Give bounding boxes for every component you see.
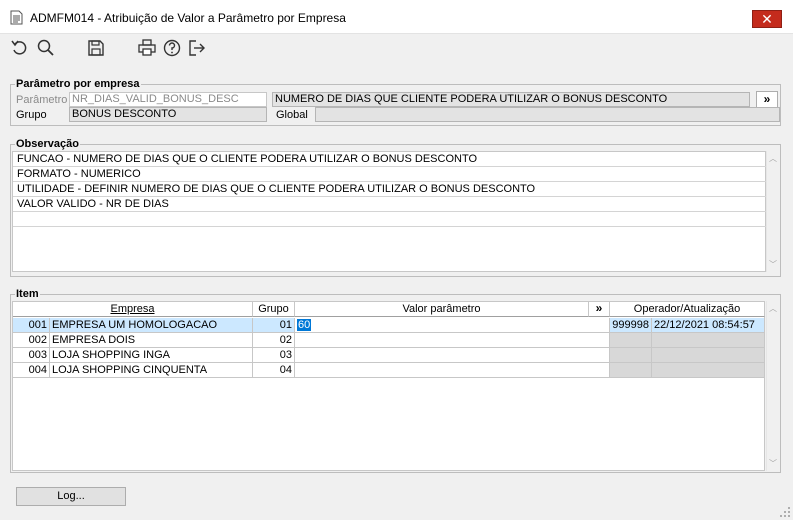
parametro-expand-button[interactable]: » [756,91,778,108]
parametro-field[interactable]: NR_DIAS_VALID_BONUS_DESC [69,92,267,107]
cell-operador [610,333,652,348]
column-header-grupo[interactable]: Grupo [253,302,295,317]
title-bar: ADMFM014 - Atribuição de Valor a Parâmet… [0,0,793,34]
cell-empresa: LOJA SHOPPING CINQUENTA [50,363,253,378]
undo-icon[interactable] [10,38,30,58]
scroll-down-icon[interactable]: ﹀ [767,259,779,270]
parametro-description-field: NUMERO DE DIAS QUE CLIENTE PODERA UTILIZ… [272,92,750,107]
grupo-label: Grupo [16,109,47,121]
scroll-down-icon[interactable]: ﹀ [767,458,779,469]
cell-atualizacao: 22/12/2021 08:54:57 [652,318,765,333]
parametro-label: Parâmetro [16,94,68,106]
scroll-up-icon[interactable]: ︿ [767,303,779,314]
column-header-empresa[interactable]: Empresa [13,302,253,317]
cell-atualizacao [652,363,765,378]
cell-operador [610,348,652,363]
search-icon[interactable] [36,38,56,58]
observacao-line: FORMATO - NUMERICO [13,167,766,182]
cell-atualizacao [652,348,765,363]
cell-empresa: EMPRESA UM HOMOLOGACAO [50,318,253,333]
cell-empresa: EMPRESA DOIS [50,333,253,348]
cell-valor[interactable] [295,363,610,378]
item-group-title: Item [15,288,40,300]
cell-grupo: 01 [253,318,295,333]
close-button[interactable]: ✕ [752,10,782,28]
observacao-line: VALOR VALIDO - NR DE DIAS [13,197,766,212]
cell-atualizacao [652,333,765,348]
cell-valor[interactable] [295,348,610,363]
log-button[interactable]: Log... [16,487,126,506]
scroll-up-icon[interactable]: ︿ [767,153,779,164]
column-header-valor[interactable]: Valor parâmetro [295,302,589,317]
valor-edit-text[interactable]: 60 [297,319,312,331]
column-header-operador[interactable]: Operador/Atualização [610,302,765,317]
cell-code: 003 [13,348,50,363]
resize-grip-icon[interactable] [779,506,791,518]
observacao-scrollbar[interactable]: ︿ ﹀ [766,151,779,272]
window-title: ADMFM014 - Atribuição de Valor a Parâmet… [30,11,346,25]
save-icon[interactable] [86,38,106,58]
document-icon [10,10,23,25]
item-grid-scrollbar[interactable]: ︿ ﹀ [766,301,779,471]
parametro-group-title: Parâmetro por empresa [15,78,141,90]
item-grid[interactable]: Empresa Grupo Valor parâmetro » Operador… [12,301,765,471]
cell-grupo: 03 [253,348,295,363]
cell-grupo: 04 [253,363,295,378]
cell-operador [610,363,652,378]
cell-valor[interactable] [295,333,610,348]
exit-icon[interactable] [187,38,207,58]
observacao-group-title: Observação [15,138,80,150]
cell-code: 004 [13,363,50,378]
observacao-line [13,212,766,227]
print-icon[interactable] [137,38,157,58]
valor-expand-button[interactable]: » [589,302,610,317]
observacao-textarea[interactable]: FUNCAO - NUMERO DE DIAS QUE O CLIENTE PO… [12,151,766,272]
cell-operador: 999998 [610,318,652,333]
observacao-line: FUNCAO - NUMERO DE DIAS QUE O CLIENTE PO… [13,152,766,167]
cell-code: 001 [13,318,50,333]
global-label: Global [276,109,308,121]
global-field [315,107,780,122]
cell-empresa: LOJA SHOPPING INGA [50,348,253,363]
grupo-field: BONUS DESCONTO [69,107,267,122]
cell-code: 002 [13,333,50,348]
observacao-line: UTILIDADE - DEFINIR NUMERO DE DIAS QUE O… [13,182,766,197]
help-icon[interactable] [162,38,182,58]
cell-valor-editor[interactable]: 60 [295,318,610,333]
cell-grupo: 02 [253,333,295,348]
